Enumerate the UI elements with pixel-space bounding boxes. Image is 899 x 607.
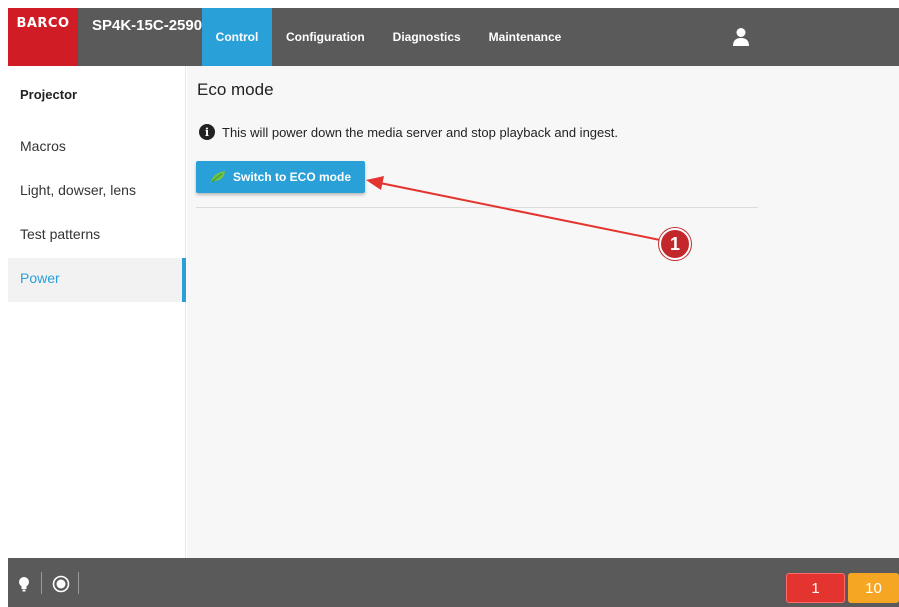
leaf-icon [211, 171, 225, 183]
info-text: This will power down the media server an… [222, 124, 618, 140]
status-bar: 1 10 [8, 558, 899, 607]
top-navigation-bar: BARCO SP4K-15C-2590 Control Configuratio… [8, 8, 899, 66]
callout-badge: 1 [659, 228, 691, 260]
sidebar-item-light-dowser-lens[interactable]: Light, dowser, lens [8, 170, 185, 214]
separator [78, 572, 79, 594]
logo-text: BARCO [16, 16, 70, 31]
tab-configuration[interactable]: Configuration [272, 8, 379, 66]
record-icon[interactable] [52, 575, 70, 593]
tab-control[interactable]: Control [202, 8, 272, 66]
tab-maintenance[interactable]: Maintenance [475, 8, 576, 66]
barco-logo: BARCO [8, 8, 78, 66]
tab-diagnostics[interactable]: Diagnostics [379, 8, 475, 66]
info-message: i This will power down the media server … [199, 124, 618, 140]
divider [196, 207, 758, 208]
sidebar-item-macros[interactable]: Macros [8, 126, 185, 170]
sidebar-item-power[interactable]: Power [8, 258, 186, 302]
user-icon[interactable] [732, 27, 750, 47]
lightbulb-icon[interactable] [18, 576, 30, 592]
switch-to-eco-mode-button[interactable]: Switch to ECO mode [196, 161, 365, 193]
sidebar-title: Projector [20, 87, 78, 102]
eco-button-label: Switch to ECO mode [233, 170, 352, 184]
device-name: SP4K-15C-2590 [92, 17, 203, 34]
main-content: Eco mode i This will power down the medi… [187, 66, 899, 558]
warning-count-badge[interactable]: 10 [848, 573, 899, 603]
error-count-badge[interactable]: 1 [786, 573, 845, 603]
sidebar: Projector Macros Light, dowser, lens Tes… [8, 66, 186, 558]
info-icon: i [199, 124, 215, 140]
separator [41, 572, 42, 594]
sidebar-item-test-patterns[interactable]: Test patterns [8, 214, 185, 258]
page-title: Eco mode [197, 80, 274, 99]
